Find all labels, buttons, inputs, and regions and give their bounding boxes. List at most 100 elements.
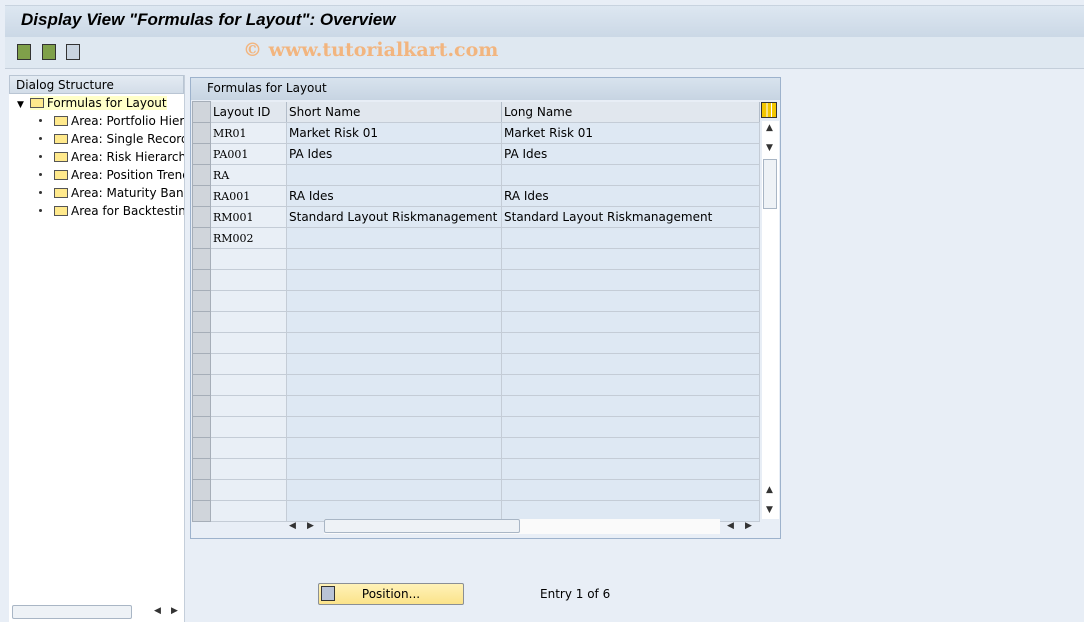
column-header-layout-id[interactable]: Layout ID <box>210 101 287 123</box>
column-settings-icon[interactable] <box>761 102 777 118</box>
table-row[interactable] <box>192 395 760 417</box>
table-row[interactable] <box>192 332 760 354</box>
scroll-left-end-icon[interactable]: ◀ <box>727 521 734 531</box>
table-row[interactable]: RA <box>192 164 760 186</box>
cell-short-name[interactable]: PA Ides <box>286 143 502 165</box>
row-selector[interactable] <box>192 458 211 480</box>
column-header-short-name[interactable]: Short Name <box>286 101 502 123</box>
cell-empty[interactable] <box>210 416 287 438</box>
table-row[interactable] <box>192 479 760 501</box>
cell-short-name[interactable]: Standard Layout Riskmanagement <box>286 206 502 228</box>
row-selector[interactable] <box>192 437 211 459</box>
table-row[interactable] <box>192 269 760 291</box>
cell-empty[interactable] <box>286 248 502 270</box>
row-selector[interactable] <box>192 122 211 144</box>
cell-empty[interactable] <box>210 290 287 312</box>
cell-empty[interactable] <box>210 269 287 291</box>
row-selector[interactable] <box>192 311 211 333</box>
cell-layout-id[interactable]: RM002 <box>210 227 287 249</box>
cell-layout-id[interactable]: MR01 <box>210 122 287 144</box>
row-selector[interactable] <box>192 143 211 165</box>
cell-empty[interactable] <box>210 353 287 375</box>
cell-layout-id[interactable]: RA001 <box>210 185 287 207</box>
row-selector[interactable] <box>192 395 211 417</box>
cell-empty[interactable] <box>501 353 760 375</box>
cell-empty[interactable] <box>210 248 287 270</box>
table-row[interactable] <box>192 353 760 375</box>
scroll-page-down-icon[interactable]: ▼ <box>766 505 773 515</box>
cell-empty[interactable] <box>286 437 502 459</box>
cell-empty[interactable] <box>501 374 760 396</box>
cell-short-name[interactable] <box>286 164 502 186</box>
tree-node[interactable]: Area: Portfolio Hierar <box>9 112 184 130</box>
table-row[interactable] <box>192 416 760 438</box>
cell-short-name[interactable]: Market Risk 01 <box>286 122 502 144</box>
tree-node-root[interactable]: ▼ Formulas for Layout <box>9 94 184 112</box>
cell-empty[interactable] <box>286 269 502 291</box>
vertical-scroll-thumb[interactable] <box>763 159 777 209</box>
tree-node[interactable]: Area: Position Trend <box>9 166 184 184</box>
cell-empty[interactable] <box>286 479 502 501</box>
tree-node[interactable]: Area: Single Records <box>9 130 184 148</box>
row-selector[interactable] <box>192 332 211 354</box>
cell-layout-id[interactable]: RA <box>210 164 287 186</box>
cell-empty[interactable] <box>286 290 502 312</box>
cell-empty[interactable] <box>286 374 502 396</box>
cell-empty[interactable] <box>286 311 502 333</box>
row-selector[interactable] <box>192 290 211 312</box>
scroll-right-icon[interactable]: ▶ <box>171 606 178 616</box>
table-row[interactable] <box>192 437 760 459</box>
cell-empty[interactable] <box>210 311 287 333</box>
select-all-column[interactable] <box>192 101 211 123</box>
horizontal-scrollbar[interactable] <box>324 519 720 534</box>
cell-empty[interactable] <box>501 395 760 417</box>
row-selector[interactable] <box>192 416 211 438</box>
cell-layout-id[interactable]: PA001 <box>210 143 287 165</box>
cell-long-name[interactable]: Market Risk 01 <box>501 122 760 144</box>
tree-node[interactable]: Area: Risk Hierarchy <box>9 148 184 166</box>
scroll-right-icon[interactable]: ▶ <box>307 521 314 531</box>
cell-empty[interactable] <box>210 437 287 459</box>
cell-empty[interactable] <box>501 311 760 333</box>
table-row[interactable] <box>192 374 760 396</box>
row-selector[interactable] <box>192 248 211 270</box>
tree-node[interactable]: Area for Backtesting <box>9 202 184 220</box>
row-selector[interactable] <box>192 269 211 291</box>
table-row[interactable]: RM002 <box>192 227 760 249</box>
scroll-left-icon[interactable]: ◀ <box>289 521 296 531</box>
select-block-icon[interactable] <box>42 44 56 60</box>
cell-empty[interactable] <box>501 437 760 459</box>
tree-node[interactable]: Area: Maturity Band <box>9 184 184 202</box>
table-row[interactable]: MR01 Market Risk 01 Market Risk 01 <box>192 122 760 144</box>
table-row[interactable]: RA001 RA Ides RA Ides <box>192 185 760 207</box>
scroll-down-icon[interactable]: ▼ <box>766 143 773 153</box>
cell-long-name[interactable] <box>501 164 760 186</box>
cell-empty[interactable] <box>501 332 760 354</box>
cell-empty[interactable] <box>286 395 502 417</box>
cell-short-name[interactable]: RA Ides <box>286 185 502 207</box>
cell-empty[interactable] <box>210 374 287 396</box>
row-selector[interactable] <box>192 185 211 207</box>
cell-long-name[interactable]: Standard Layout Riskmanagement <box>501 206 760 228</box>
cell-empty[interactable] <box>501 269 760 291</box>
horizontal-scrollbar[interactable] <box>12 605 132 619</box>
cell-empty[interactable] <box>286 458 502 480</box>
vertical-scrollbar[interactable]: ▲ ▼ ▲ ▼ <box>762 121 779 519</box>
cell-empty[interactable] <box>501 290 760 312</box>
cell-empty[interactable] <box>286 416 502 438</box>
cell-empty[interactable] <box>501 479 760 501</box>
scroll-left-icon[interactable]: ◀ <box>154 606 161 616</box>
cell-empty[interactable] <box>210 395 287 417</box>
cell-empty[interactable] <box>501 458 760 480</box>
cell-long-name[interactable]: PA Ides <box>501 143 760 165</box>
row-selector[interactable] <box>192 164 211 186</box>
cell-empty[interactable] <box>210 458 287 480</box>
expand-arrow-icon[interactable]: ▼ <box>17 100 24 110</box>
scroll-up-icon[interactable]: ▲ <box>766 123 773 133</box>
cell-empty[interactable] <box>501 248 760 270</box>
scroll-page-up-icon[interactable]: ▲ <box>766 485 773 495</box>
column-header-long-name[interactable]: Long Name <box>501 101 760 123</box>
position-button[interactable]: Position... <box>318 583 464 605</box>
row-selector[interactable] <box>192 374 211 396</box>
scroll-right-end-icon[interactable]: ▶ <box>745 521 752 531</box>
